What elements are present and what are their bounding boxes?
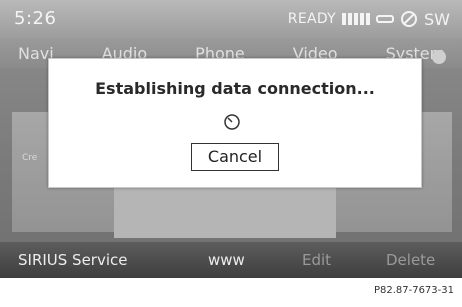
- delete-button[interactable]: Delete: [386, 251, 435, 269]
- signal-strength-icon: [342, 13, 371, 25]
- no-service-icon: [401, 11, 418, 27]
- clock: 5:26: [14, 8, 57, 29]
- phone-icon: [376, 15, 395, 23]
- dialog-message: Establishing data connection...: [95, 79, 375, 98]
- cancel-button[interactable]: Cancel: [191, 143, 279, 171]
- screen: 5:26 READY SW Navi Audio Phone Video Sys…: [0, 0, 462, 307]
- bottom-softkey-bar: SIRIUS Service www Edit Delete: [0, 242, 462, 278]
- sw-indicator: SW: [424, 9, 450, 29]
- ready-status: READY: [287, 11, 337, 27]
- sirius-service-button[interactable]: SIRIUS Service: [18, 251, 128, 269]
- edit-button[interactable]: Edit: [302, 251, 331, 269]
- background-panel: [114, 186, 336, 238]
- head-unit-display: 5:26 READY SW Navi Audio Phone Video Sys…: [0, 0, 462, 278]
- content-label: Cre: [22, 153, 38, 163]
- figure-code: P82.87-7673-31: [373, 285, 454, 296]
- status-bar: 5:26 READY SW: [0, 0, 462, 38]
- loading-spinner-icon: [224, 114, 240, 130]
- menu-dot-icon[interactable]: [432, 50, 446, 64]
- status-indicators: READY SW: [288, 8, 450, 30]
- connection-dialog: Establishing data connection... Cancel: [48, 58, 422, 188]
- www-button[interactable]: www: [208, 251, 245, 269]
